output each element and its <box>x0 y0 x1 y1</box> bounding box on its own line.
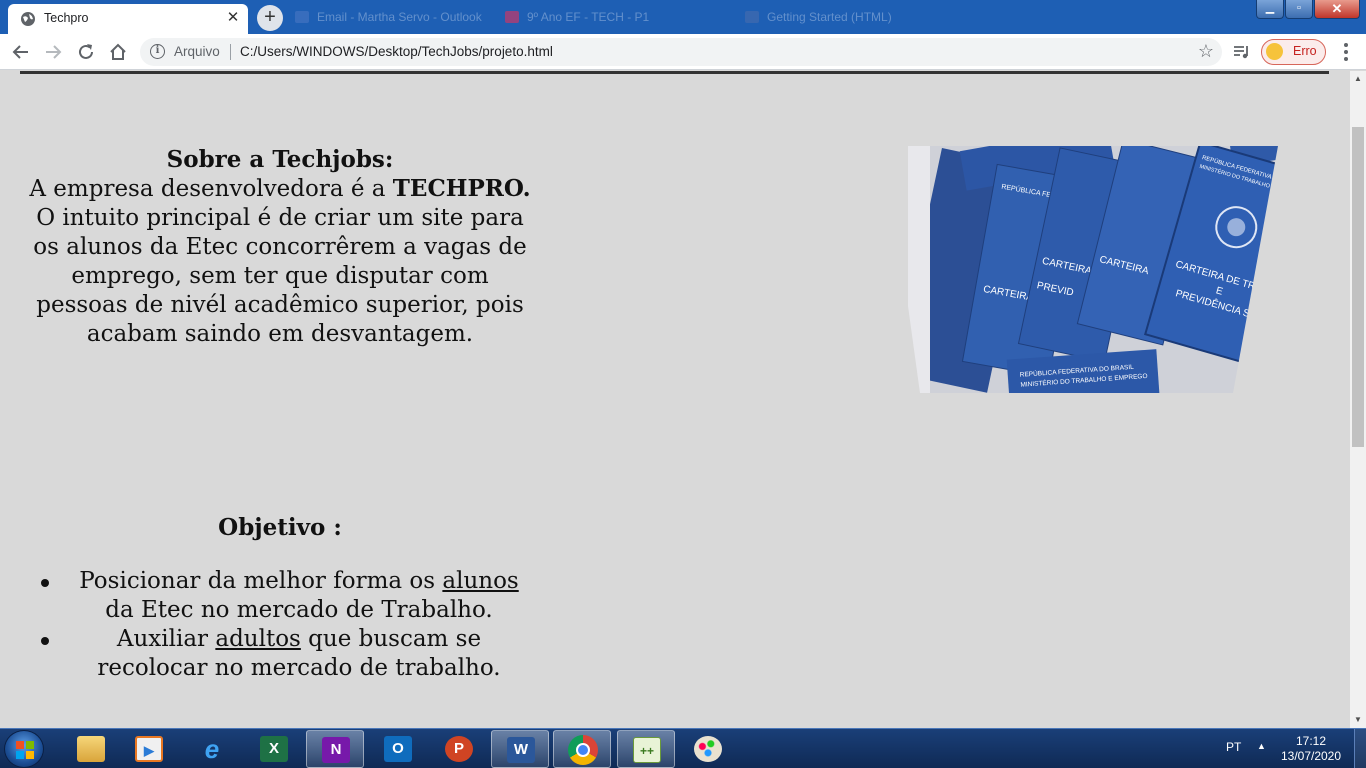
close-window-button[interactable]: ✕ <box>1314 0 1360 19</box>
info-icon[interactable]: i <box>150 44 165 59</box>
objective-section: Objetivo : Posicionar da melhor forma os… <box>25 513 535 683</box>
taskbar-outlook[interactable]: O <box>369 730 427 768</box>
objective-heading: Objetivo : <box>218 514 342 541</box>
scrollbar-thumb[interactable] <box>1352 127 1364 447</box>
about-section: Sobre a Techjobs: A empresa desenvolvedo… <box>25 145 535 349</box>
scroll-down-arrow-icon[interactable]: ▼ <box>1350 712 1366 728</box>
profile-error-button[interactable]: Erro <box>1261 39 1326 65</box>
folder-icon <box>77 736 105 762</box>
close-tab-icon[interactable]: ✕ <box>224 9 242 27</box>
back-arrow-icon[interactable] <box>10 41 32 63</box>
profile-label: Erro <box>1293 44 1317 58</box>
browser-toolbar: i Arquivo C:/Users/WINDOWS/Desktop/TechJ… <box>0 34 1366 70</box>
notepad-plus-icon: ++ <box>633 737 661 763</box>
objective-list: Posicionar da melhor forma os alunos da … <box>25 567 535 683</box>
bullet-icon <box>41 579 49 587</box>
reload-icon[interactable] <box>75 41 97 63</box>
taskbar-word[interactable]: W <box>491 730 549 768</box>
forward-arrow-icon[interactable] <box>42 41 64 63</box>
more-menu-icon[interactable] <box>1336 41 1356 63</box>
about-paragraph: A empresa desenvolvedora é a TECHPRO. O … <box>25 174 535 349</box>
home-icon[interactable] <box>107 41 129 63</box>
language-indicator[interactable]: PT <box>1226 740 1241 754</box>
clock-time: 17:12 <box>1295 734 1327 748</box>
taskbar-powerpoint[interactable]: P <box>430 730 488 768</box>
company-name: TECHPRO. <box>392 175 531 202</box>
address-separator <box>230 44 231 60</box>
maximize-button[interactable]: ▫ <box>1285 0 1313 19</box>
excel-icon: X <box>260 736 288 762</box>
taskbar-onenote[interactable]: N <box>306 730 364 768</box>
vertical-scrollbar[interactable]: ▲ ▼ <box>1350 71 1366 728</box>
show-desktop-button[interactable] <box>1354 729 1366 768</box>
word-icon: W <box>507 737 535 763</box>
taskbar-chrome[interactable] <box>553 730 611 768</box>
windows-logo-icon <box>16 741 34 759</box>
address-scheme: Arquivo <box>174 44 220 59</box>
active-tab[interactable]: Techpro ✕ <box>8 4 248 34</box>
media-player-icon: ▶ <box>135 736 163 762</box>
onenote-icon: N <box>322 737 350 763</box>
clock-date: 13/07/2020 <box>1280 749 1342 763</box>
page-viewport: Sobre a Techjobs: A empresa desenvolvedo… <box>0 71 1350 728</box>
about-intro: A empresa desenvolvedora é a <box>29 176 393 202</box>
internet-explorer-icon: e <box>204 734 220 764</box>
background-tab-1[interactable]: Email - Martha Servo - Outlook <box>283 4 493 34</box>
taskbar-paint[interactable] <box>679 730 737 768</box>
media-control-icon[interactable] <box>1232 42 1252 62</box>
minimize-button[interactable]: ▁ <box>1256 0 1284 19</box>
objective-item-1: Posicionar da melhor forma os alunos da … <box>25 567 535 625</box>
background-tab-3[interactable]: Getting Started (HTML) <box>733 4 968 34</box>
about-heading: Sobre a Techjobs: <box>166 146 394 173</box>
bullet-icon <box>41 637 49 645</box>
about-body: O intuito principal é de criar um site p… <box>33 205 527 347</box>
globe-icon <box>21 12 35 26</box>
objective-item-2: Auxiliar adultos que buscam se recolocar… <box>25 625 535 683</box>
top-divider <box>20 71 1329 74</box>
work-booklets-photo: REPÚBLICA FEDERATIVA DO BRASIL CARTEIRA … <box>908 146 1303 393</box>
window-controls: ▁ ▫ ✕ <box>1255 0 1360 20</box>
link-adultos[interactable]: adultos <box>215 626 301 652</box>
background-tab-2[interactable]: 9º Ano EF - TECH - P1 <box>493 4 733 34</box>
taskbar-media-player[interactable]: ▶ <box>120 730 178 768</box>
outlook-icon: O <box>384 736 412 762</box>
address-bar[interactable]: i Arquivo C:/Users/WINDOWS/Desktop/TechJ… <box>140 38 1222 66</box>
system-clock[interactable]: 17:12 13/07/2020 <box>1278 734 1344 764</box>
start-button[interactable] <box>4 730 44 768</box>
taskbar-excel[interactable]: X <box>245 730 303 768</box>
new-tab-button[interactable]: + <box>257 5 283 31</box>
link-alunos[interactable]: alunos <box>442 568 518 594</box>
tab-title: Techpro <box>44 11 89 25</box>
tray-expand-icon[interactable]: ▲ <box>1257 741 1266 751</box>
tab-strip: Email - Martha Servo - Outlook 9º Ano EF… <box>0 0 1366 34</box>
chrome-icon <box>568 735 598 765</box>
taskbar-internet-explorer[interactable]: e <box>183 730 241 768</box>
avatar <box>1266 43 1283 60</box>
address-url[interactable]: C:/Users/WINDOWS/Desktop/TechJobs/projet… <box>240 44 553 59</box>
taskbar-notepad-plus[interactable]: ++ <box>617 730 675 768</box>
scroll-up-arrow-icon[interactable]: ▲ <box>1350 71 1366 87</box>
bookmark-star-icon[interactable]: ☆ <box>1198 41 1214 62</box>
taskbar-file-explorer[interactable] <box>62 730 120 768</box>
powerpoint-icon: P <box>445 736 473 762</box>
paint-palette-icon <box>694 736 722 762</box>
windows-taskbar: ▶ e X N O P W ++ PT ▲ 17:12 13/07/2020 <box>0 728 1366 768</box>
